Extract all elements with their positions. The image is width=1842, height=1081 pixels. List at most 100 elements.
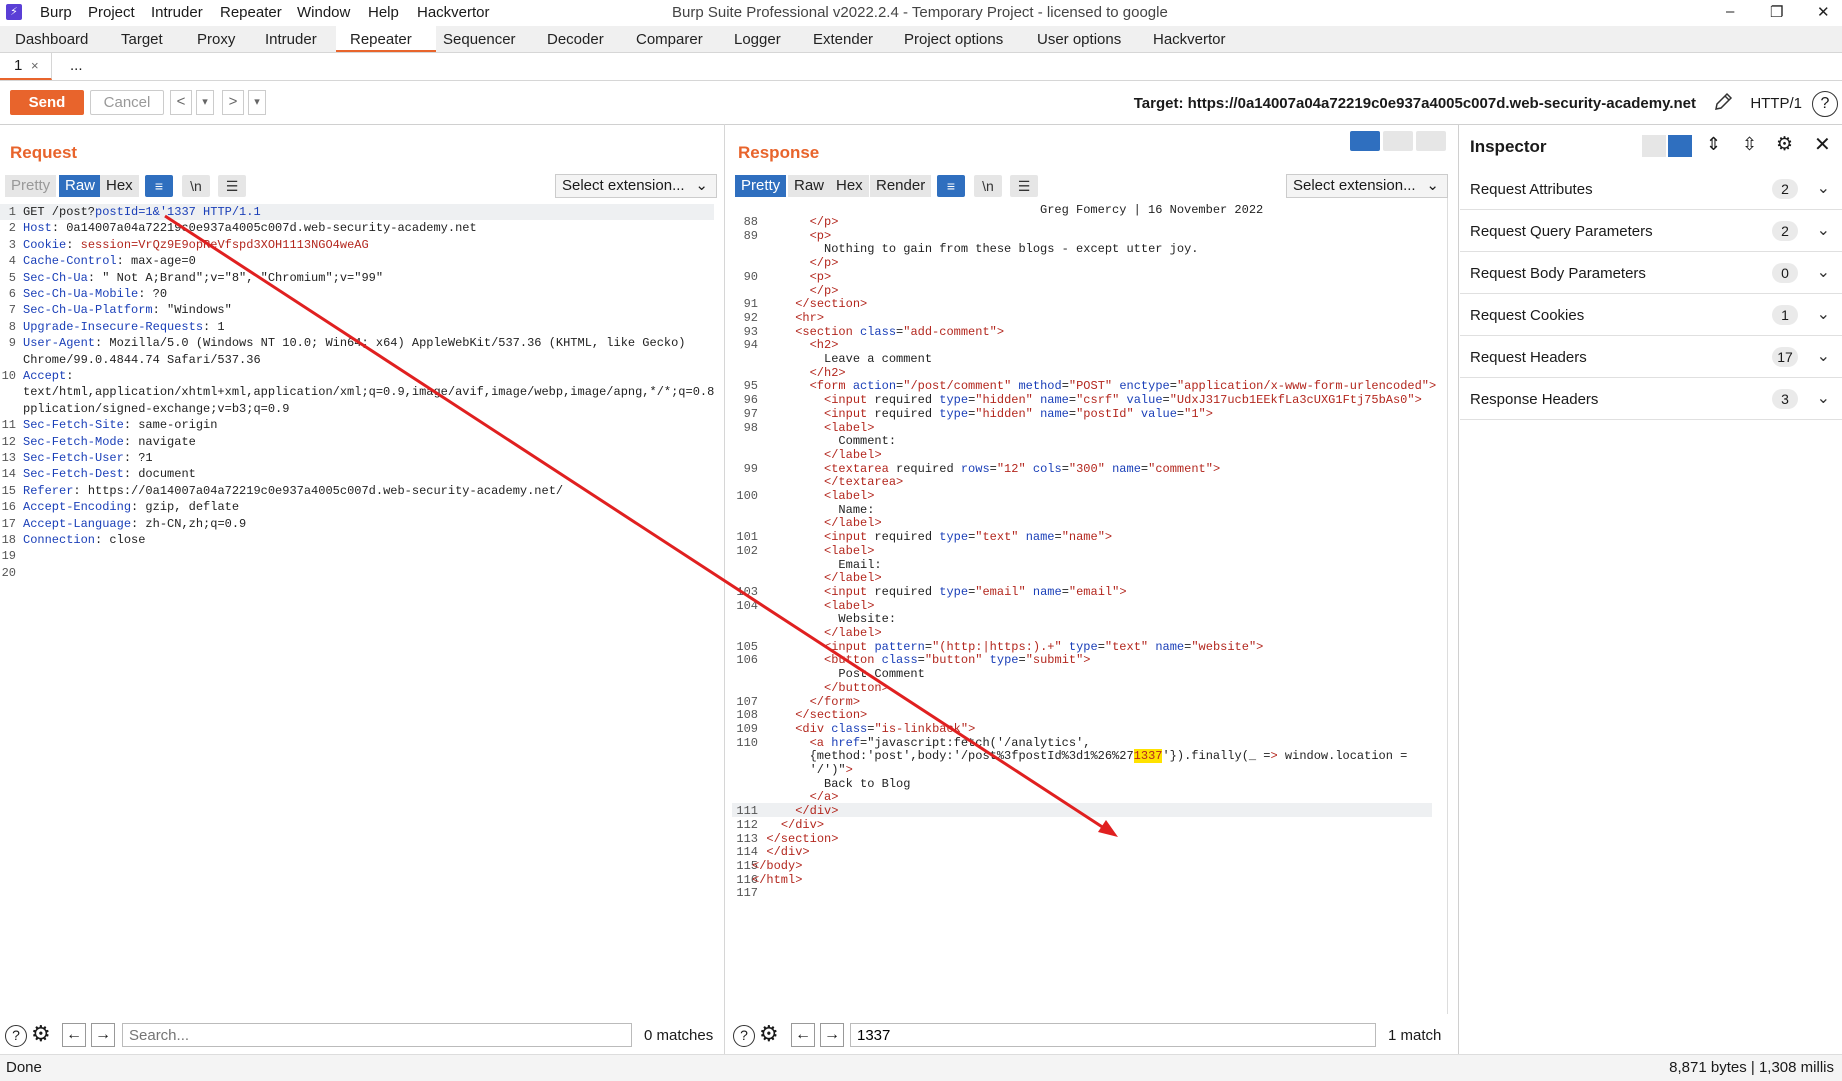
menu-project[interactable]: Project [88,4,135,21]
show-newlines-icon[interactable]: \n [182,175,210,197]
line-number: 2 [8,221,16,236]
response-line: </p> [732,255,1432,270]
collapse-all-icon[interactable]: ⇳ [1742,134,1757,155]
cancel-button[interactable]: Cancel [90,90,164,115]
settings-gear-icon[interactable]: ⚙ [31,1022,51,1046]
response-view-render[interactable]: Render [870,175,932,197]
response-settings-gear-icon[interactable]: ⚙ [759,1022,779,1046]
response-show-newlines-icon[interactable]: \n [974,175,1002,197]
menu-hackvertor[interactable]: Hackvertor [417,4,490,21]
response-line: 93 <section class="add-comment"> [732,324,1432,339]
close-icon[interactable]: ✕ [1814,132,1831,157]
forward-button[interactable]: > [222,90,244,115]
header-name: Sec-Fetch-User [23,451,124,465]
expand-all-icon[interactable]: ⇕ [1706,134,1721,155]
menu-repeater[interactable]: Repeater [220,4,282,21]
line-content: Sec-Fetch-Site: same-origin [23,417,217,433]
line-number: 13 [1,451,16,465]
minimize-icon[interactable]: – [1726,3,1734,20]
layout-side-by-side-icon[interactable] [1350,131,1380,151]
inspector-section[interactable]: Request Cookies 1 ⌄ [1460,295,1842,336]
request-view-hex[interactable]: Hex [100,175,139,197]
tab-target[interactable]: Target [121,31,163,48]
request-extension-select[interactable]: Select extension... ⌄ [555,174,717,198]
tab-repeater[interactable]: Repeater [350,31,412,48]
response-view-hex[interactable]: Hex [830,175,869,197]
response-wrap-lines-icon[interactable]: ≡ [937,175,965,197]
inspector-section[interactable]: Request Headers 17 ⌄ [1460,337,1842,378]
inspector-section[interactable]: Response Headers 3 ⌄ [1460,379,1842,420]
inspector-section-label: Request Headers [1470,349,1587,366]
back-button[interactable]: < [170,90,192,115]
response-line: </label> [732,515,1432,530]
http-version-toggle[interactable]: HTTP/1 [1750,95,1802,112]
response-line: 102 <label> [732,543,1432,558]
request-search-input[interactable] [122,1023,632,1047]
count-badge: 17 [1772,347,1798,367]
inspector-layout-left-icon[interactable] [1642,135,1666,157]
response-line: 94 <h2> [732,337,1432,352]
edit-target-icon[interactable] [1712,91,1734,113]
help-icon[interactable]: ? [1812,91,1838,117]
response-search-input[interactable] [850,1023,1376,1047]
response-help-icon[interactable]: ? [733,1025,755,1047]
menu-help[interactable]: Help [368,4,399,21]
menu-burp[interactable]: Burp [40,4,72,21]
response-title: Response [738,143,820,162]
tab-sequencer[interactable]: Sequencer [443,31,516,48]
response-view-pretty[interactable]: Pretty [735,175,787,197]
line-content: Sec-Fetch-Dest: document [23,466,196,482]
line-content: Accept-Language: zh-CN,zh;q=0.9 [23,516,246,532]
tab-hackvertor[interactable]: Hackvertor [1153,31,1226,48]
repeater-subtab-bar: 1 × ... [0,53,1842,81]
inspector-section[interactable]: Request Query Parameters 2 ⌄ [1460,211,1842,252]
request-view-pretty[interactable]: Pretty [5,175,57,197]
tab-extender[interactable]: Extender [813,31,873,48]
inspector-layout-right-icon[interactable] [1668,135,1692,157]
header-name: User-Agent [23,336,96,351]
wrap-lines-icon[interactable]: ≡ [145,175,173,197]
gear-icon[interactable]: ⚙ [1776,133,1793,156]
response-menu-icon[interactable]: ☰ [1010,175,1038,197]
request-view-raw[interactable]: Raw [59,175,102,197]
send-button[interactable]: Send [10,90,84,115]
layout-top-bottom-icon[interactable] [1383,131,1413,151]
tab-project-options[interactable]: Project options [904,31,1003,48]
new-tab-button[interactable]: ... [70,57,83,74]
request-menu-icon[interactable]: ☰ [218,175,246,197]
help-icon[interactable]: ? [5,1025,27,1047]
tab-logger[interactable]: Logger [734,31,781,48]
next-match-button[interactable]: → [91,1023,115,1047]
tab-dashboard[interactable]: Dashboard [15,31,88,48]
tab-proxy[interactable]: Proxy [197,31,235,48]
close-tab-icon[interactable]: × [31,58,39,73]
menu-intruder[interactable]: Intruder [151,4,203,21]
response-extension-select[interactable]: Select extension... ⌄ [1286,174,1448,198]
response-previous-match-button[interactable]: ← [791,1023,815,1047]
tab-decoder[interactable]: Decoder [547,31,604,48]
line-content: Sec-Fetch-Mode: navigate [23,434,196,450]
response-view-raw[interactable]: Raw [788,175,831,197]
header-name: Host [23,221,52,236]
layout-tabs-icon[interactable] [1416,131,1446,151]
response-editor[interactable]: 88 </p> 89 <p> Nothing to gain from these… [732,198,1448,1014]
response-line: 96 <input required type="hidden" name="c… [732,392,1432,407]
response-line: </label> [732,570,1432,585]
line-number: 6 [8,287,16,301]
inspector-section[interactable]: Request Attributes 2 ⌄ [1460,169,1842,210]
previous-match-button[interactable]: ← [62,1023,86,1047]
response-next-match-button[interactable]: → [820,1023,844,1047]
inspector-section[interactable]: Request Body Parameters 0 ⌄ [1460,253,1842,294]
menu-window[interactable]: Window [297,4,350,21]
maximize-icon[interactable]: ❐ [1770,3,1783,21]
tab-comparer[interactable]: Comparer [636,31,703,48]
close-window-icon[interactable]: ✕ [1817,3,1830,21]
back-history-dropdown[interactable]: ▾ [196,90,214,115]
line-content: GET /post?postId=1&'1337 HTTP/1.1 [23,204,261,220]
repeater-tab-1[interactable]: 1 × [0,53,52,80]
response-line: 88 </p> [732,214,1432,229]
forward-history-dropdown[interactable]: ▾ [248,90,266,115]
request-editor[interactable]: 1 GET /post?postId=1&'1337 HTTP/1.1 2 Host:… [0,204,714,1014]
tab-user-options[interactable]: User options [1037,31,1121,48]
tab-intruder[interactable]: Intruder [265,31,317,48]
